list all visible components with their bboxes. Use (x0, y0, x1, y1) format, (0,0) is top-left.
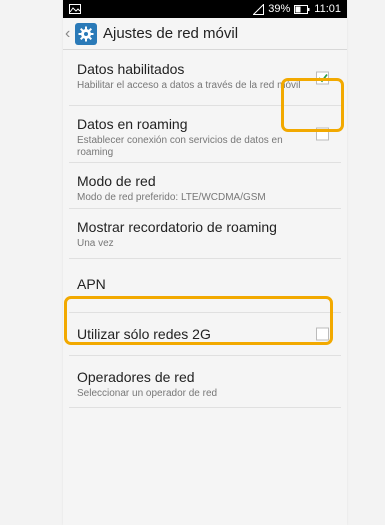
back-chevron-icon[interactable]: ‹ (65, 25, 75, 43)
item-subtitle: Habilitar el acceso a datos a través de … (77, 80, 301, 91)
clock: 11:01 (314, 3, 341, 15)
item-title: Mostrar recordatorio de roaming (77, 219, 277, 235)
item-title: APN (77, 276, 106, 292)
list-item-modo-red[interactable]: Modo de red Modo de red preferido: LTE/W… (69, 163, 341, 209)
battery-percent: 39% (268, 3, 291, 15)
phone-screen: 39% 11:01 ‹ Ajustes de red móvil Datos h… (63, 0, 347, 525)
settings-gear-icon[interactable] (75, 22, 97, 45)
item-subtitle: Establecer conexión con servicios de dat… (77, 135, 283, 158)
item-subtitle: Modo de red preferido: LTE/WCDMA/GSM (77, 192, 266, 203)
list-item-operadores[interactable]: Operadores de red Seleccionar un operado… (69, 356, 341, 408)
item-title: Datos en roaming (77, 116, 188, 132)
image-notification-icon (69, 4, 81, 14)
list-item-datos-habilitados[interactable]: Datos habilitados Habilitar el acceso a … (69, 50, 341, 106)
status-bar: 39% 11:01 (63, 0, 347, 18)
item-subtitle: Una vez (77, 238, 114, 249)
signal-triangle-icon (253, 3, 265, 15)
roaming-checkbox[interactable] (316, 127, 329, 141)
battery-icon (294, 4, 310, 14)
page-title: Ajustes de red móvil (103, 25, 239, 42)
list-item-apn[interactable]: APN (69, 259, 341, 313)
item-title: Operadores de red (77, 369, 195, 385)
list-item-recordatorio-roaming[interactable]: Mostrar recordatorio de roaming Una vez (69, 209, 341, 259)
data-enabled-checkbox[interactable] (316, 71, 329, 84)
item-title: Modo de red (77, 173, 156, 189)
2g-only-checkbox[interactable] (316, 327, 329, 341)
item-title: Datos habilitados (77, 61, 185, 77)
list-item-datos-roaming[interactable]: Datos en roaming Establecer conexión con… (69, 106, 341, 163)
item-title: Utilizar sólo redes 2G (77, 326, 211, 342)
settings-list: Datos habilitados Habilitar el acceso a … (63, 50, 347, 408)
list-item-solo-2g[interactable]: Utilizar sólo redes 2G (69, 313, 341, 356)
item-subtitle: Seleccionar un operador de red (77, 388, 218, 399)
action-bar: ‹ Ajustes de red móvil (63, 18, 347, 50)
